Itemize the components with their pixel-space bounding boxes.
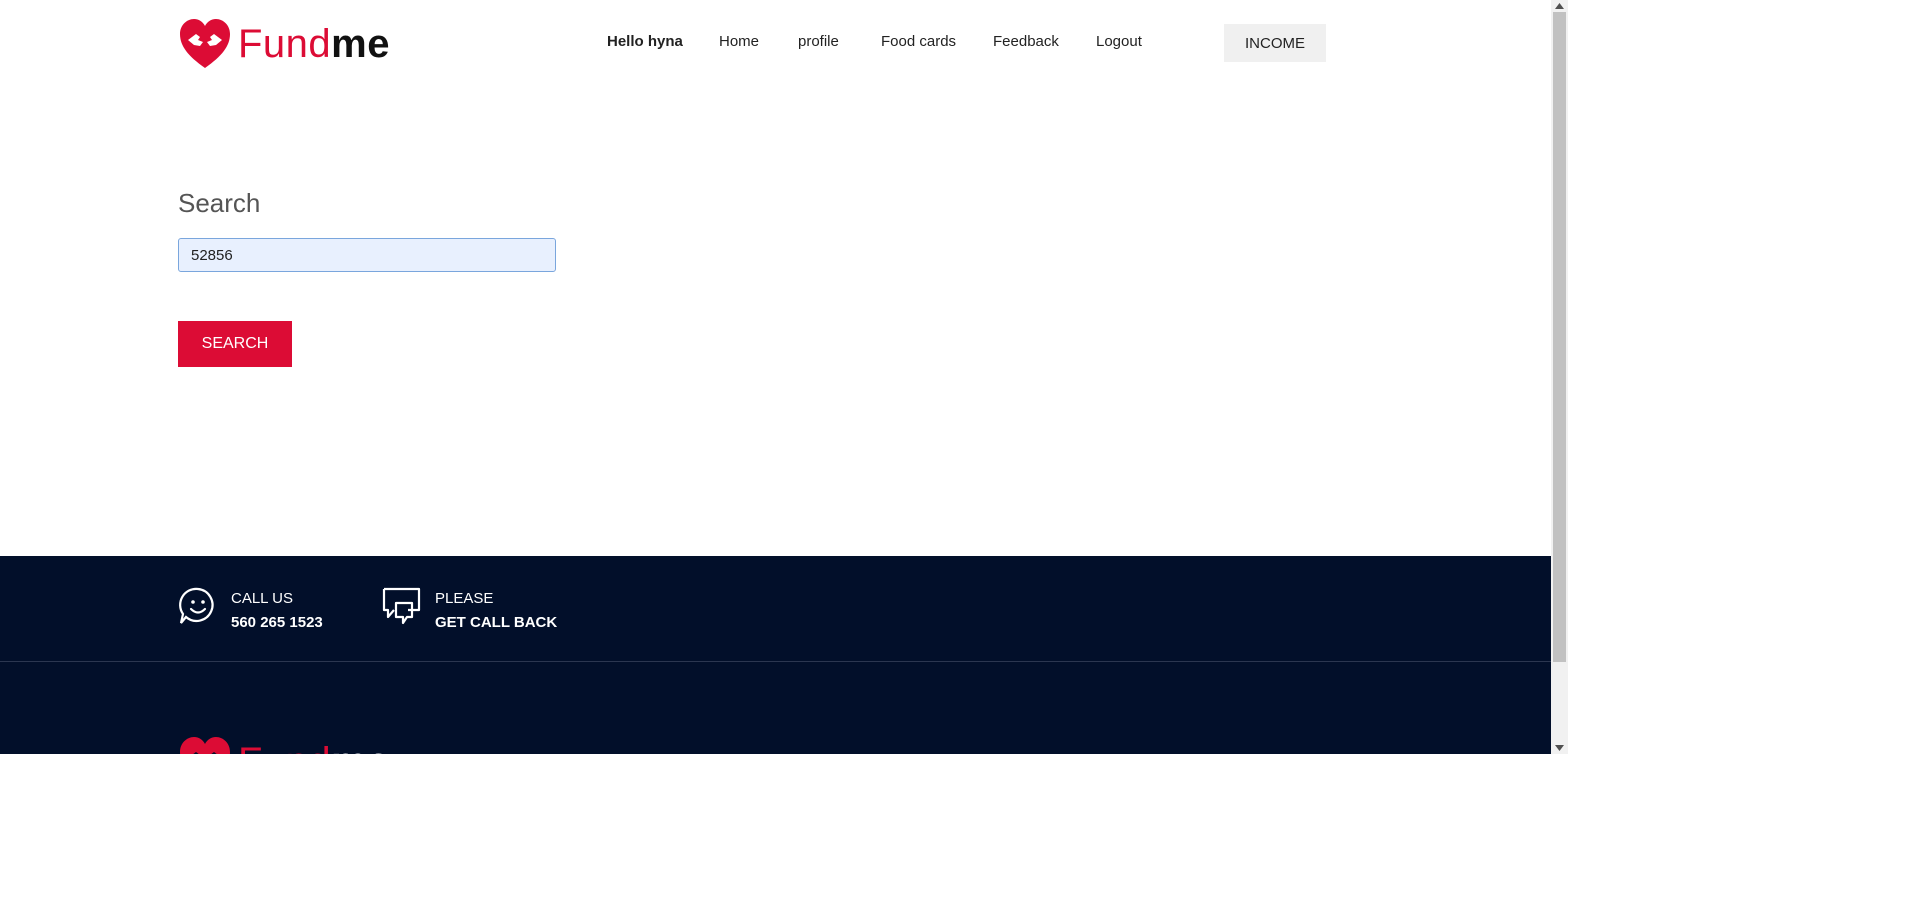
nav-logout[interactable]: Logout bbox=[1096, 33, 1142, 50]
smiley-chat-icon bbox=[179, 587, 214, 624]
call-us-block[interactable]: CALL US 560 265 1523 bbox=[178, 586, 323, 635]
user-greeting: Hello hyna bbox=[607, 33, 683, 50]
call-back-text: PLEASE GET CALL BACK bbox=[435, 586, 557, 635]
vertical-scrollbar[interactable] bbox=[1551, 0, 1568, 754]
call-back-block[interactable]: PLEASE GET CALL BACK bbox=[382, 586, 557, 635]
call-back-line1: PLEASE bbox=[435, 590, 494, 607]
footer-divider bbox=[0, 661, 1551, 662]
scroll-down-icon[interactable] bbox=[1551, 742, 1568, 754]
search-button[interactable]: SEARCH bbox=[178, 321, 292, 367]
scrollbar-thumb[interactable] bbox=[1553, 12, 1566, 662]
chat-bubbles-icon bbox=[382, 587, 421, 625]
footer-brand-name-part1: Fund bbox=[238, 740, 331, 754]
call-us-number: 560 265 1523 bbox=[231, 614, 323, 631]
search-heading: Search bbox=[178, 188, 261, 218]
nav-profile[interactable]: profile bbox=[798, 33, 839, 50]
footer-brand-name-part2: me bbox=[331, 740, 390, 754]
call-us-text: CALL US 560 265 1523 bbox=[231, 586, 323, 635]
search-input[interactable] bbox=[178, 238, 556, 272]
page: Fundme Hello hyna Home profile Food card… bbox=[0, 0, 1551, 754]
footer-brand-logo[interactable]: Fundme bbox=[178, 736, 390, 754]
site-header: Fundme Hello hyna Home profile Food card… bbox=[0, 0, 1551, 90]
call-back-line2: GET CALL BACK bbox=[435, 614, 558, 631]
heart-hands-icon bbox=[180, 737, 230, 754]
footer-brand-name: Fundme bbox=[238, 742, 390, 754]
call-us-label: CALL US bbox=[231, 590, 293, 607]
nav-food-cards[interactable]: Food cards bbox=[881, 33, 956, 50]
nav-feedback[interactable]: Feedback bbox=[993, 33, 1059, 50]
scroll-up-icon[interactable] bbox=[1551, 0, 1568, 12]
site-footer: CALL US 560 265 1523 PLEASE GET CALL BAC… bbox=[0, 556, 1551, 754]
income-button[interactable]: INCOME bbox=[1224, 24, 1326, 62]
nav-home[interactable]: Home bbox=[719, 33, 759, 50]
